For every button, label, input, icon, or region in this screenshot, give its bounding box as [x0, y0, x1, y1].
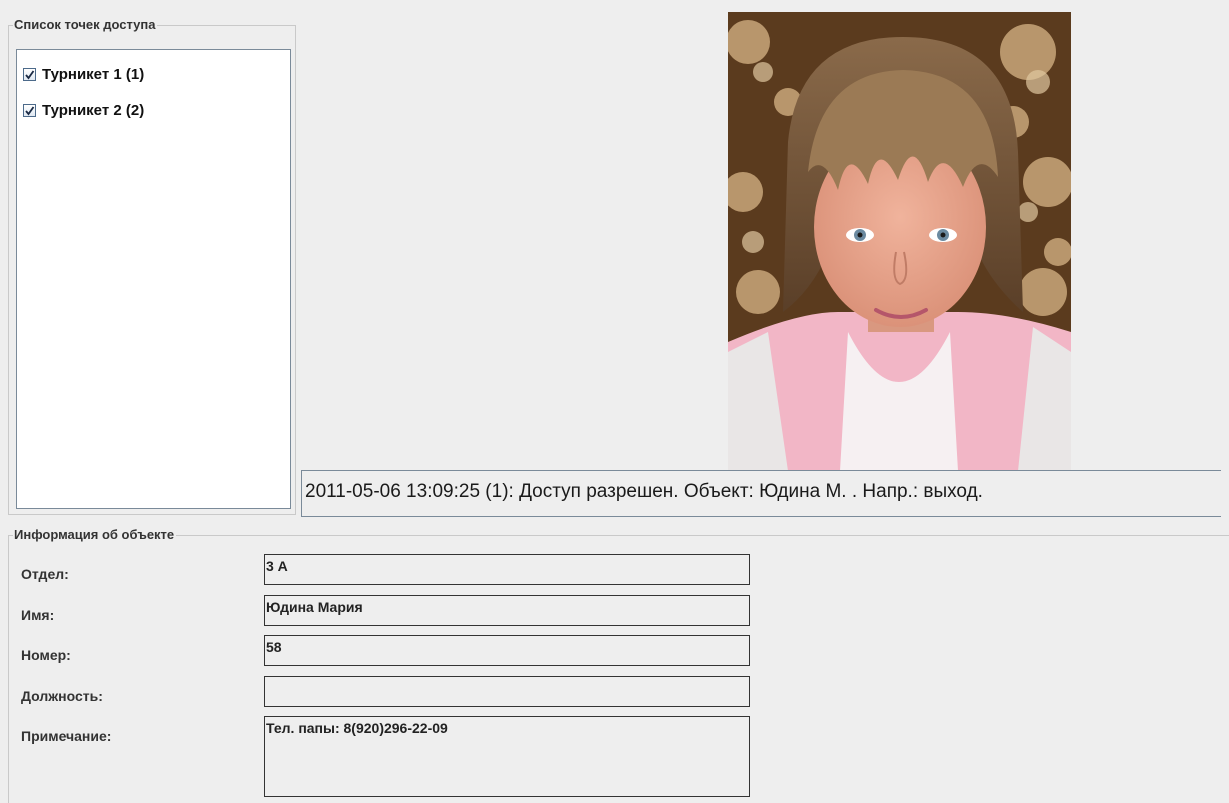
note-label: Примечание:	[21, 728, 112, 744]
number-label: Номер:	[21, 647, 71, 663]
position-label: Должность:	[21, 688, 103, 704]
list-item-label: Турникет 1 (1)	[42, 65, 145, 83]
department-field[interactable]: 3 А	[264, 554, 750, 585]
access-monitor-window: Список точек доступа Турникет 1 (1) Турн…	[0, 0, 1229, 803]
name-field[interactable]: Юдина Мария	[264, 595, 750, 626]
check-icon	[25, 105, 35, 115]
checkbox-turnstile-2[interactable]	[23, 103, 36, 117]
list-item-turnstile-1[interactable]: Турникет 1 (1)	[23, 64, 144, 84]
object-info-group: Информация об объекте Отдел: 3 А Имя: Юд…	[8, 527, 1229, 803]
photo-image	[728, 12, 1071, 471]
number-field[interactable]: 58	[264, 635, 750, 666]
checkbox-turnstile-1[interactable]	[23, 67, 36, 81]
event-status-line: 2011-05-06 13:09:25 (1): Доступ разрешен…	[301, 470, 1221, 517]
object-photo	[728, 12, 1071, 471]
object-info-title: Информация об объекте	[13, 527, 177, 543]
note-field[interactable]: Тел. папы: 8(920)296-22-09	[264, 716, 750, 797]
check-icon	[25, 69, 35, 79]
name-label: Имя:	[21, 607, 55, 623]
access-points-list[interactable]: Турникет 1 (1) Турникет 2 (2)	[16, 49, 291, 509]
position-field[interactable]	[264, 676, 750, 707]
department-label: Отдел:	[21, 566, 69, 582]
access-points-title: Список точек доступа	[13, 17, 158, 33]
list-item-label: Турникет 2 (2)	[42, 101, 145, 119]
list-item-turnstile-2[interactable]: Турникет 2 (2)	[23, 100, 144, 120]
access-points-group: Список точек доступа Турникет 1 (1) Турн…	[8, 17, 296, 515]
